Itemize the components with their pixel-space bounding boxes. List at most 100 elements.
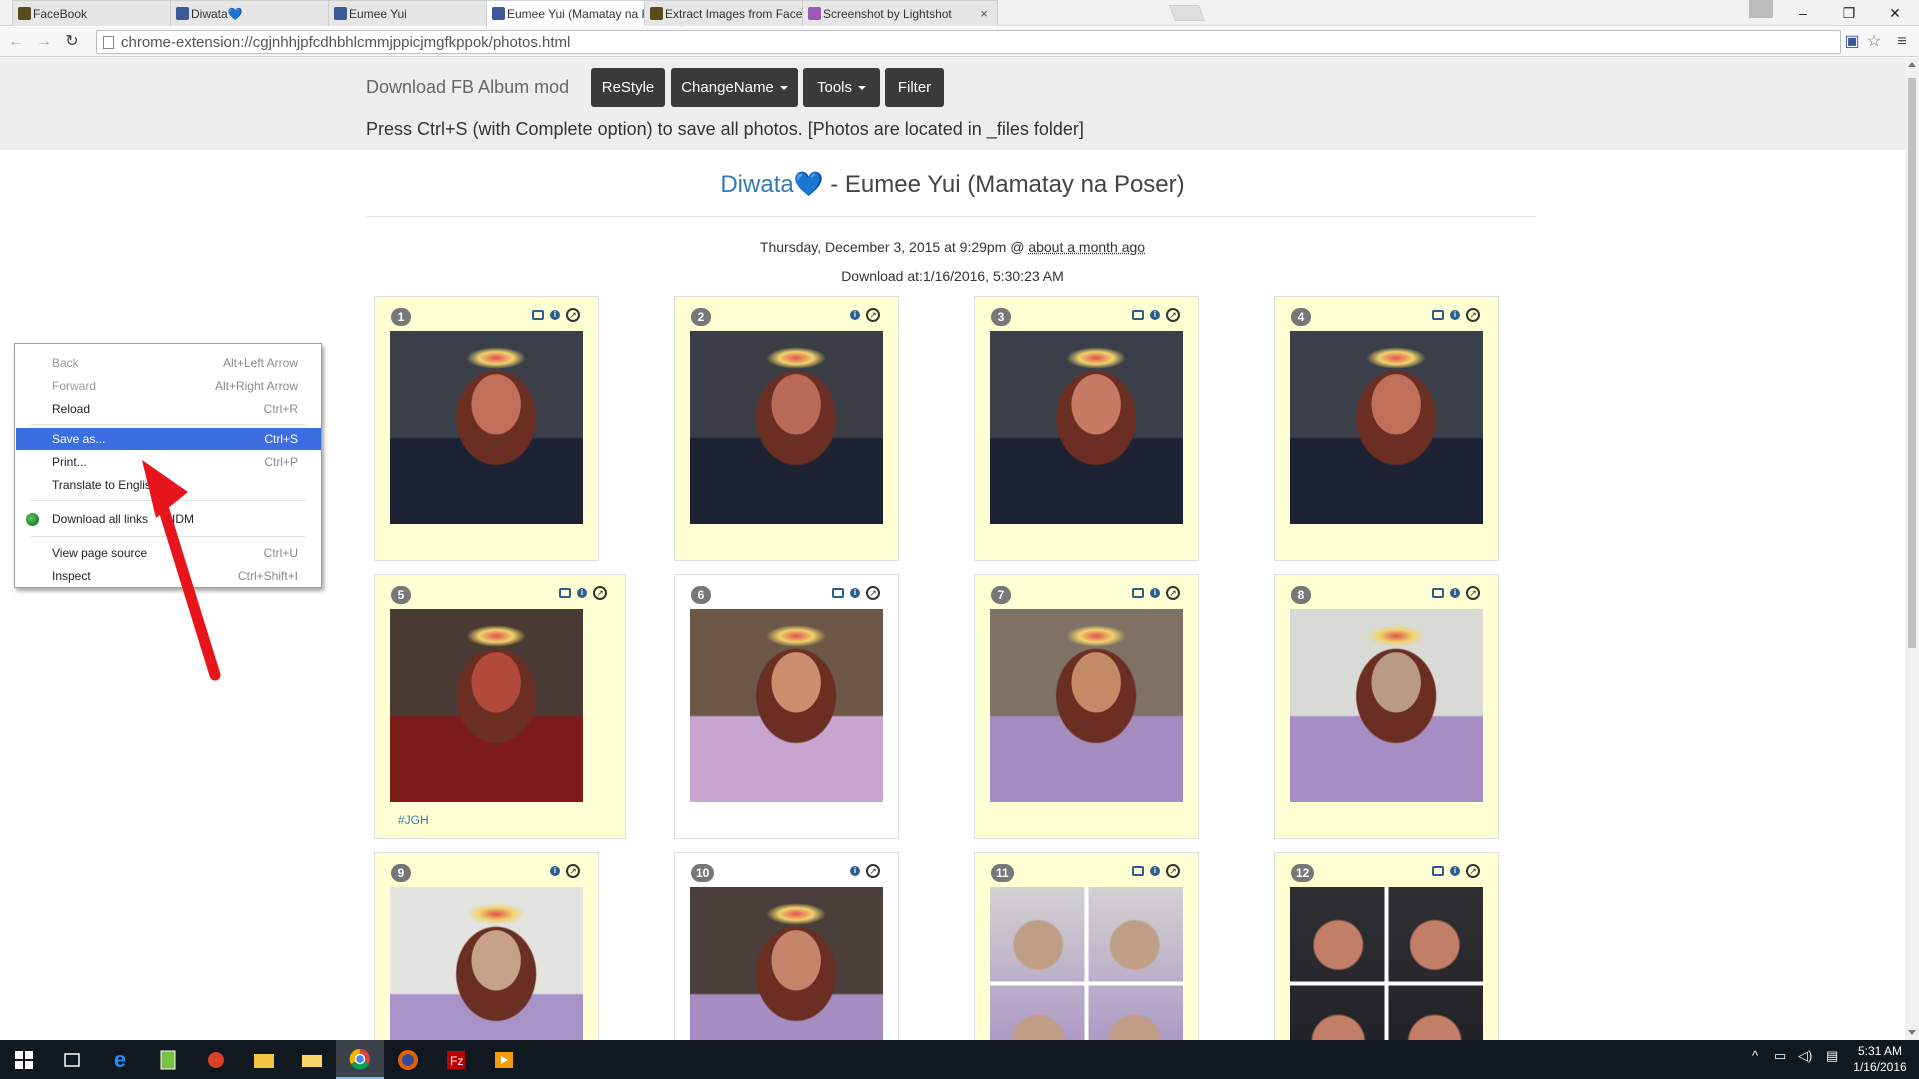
browser-tab[interactable]: Screenshot by Lightshot ×	[802, 0, 998, 26]
info-icon[interactable]: i	[1450, 310, 1460, 320]
share-icon[interactable]: ↗	[866, 586, 880, 600]
comment-icon[interactable]	[832, 588, 844, 598]
photo-thumbnail[interactable]	[1290, 609, 1483, 802]
scroll-up-icon[interactable]	[1908, 62, 1916, 67]
comment-icon[interactable]	[532, 310, 544, 320]
photo-thumbnail[interactable]	[690, 609, 883, 802]
share-icon[interactable]: ↗	[1166, 586, 1180, 600]
info-icon[interactable]: i	[1450, 866, 1460, 876]
share-icon[interactable]: ↗	[1466, 308, 1480, 322]
info-icon[interactable]: i	[1150, 310, 1160, 320]
share-icon[interactable]: ↗	[866, 308, 880, 322]
photo-card[interactable]: 8 i ↗	[1274, 574, 1499, 839]
menu-item-forward[interactable]: Forward Alt+Right Arrow	[16, 375, 321, 397]
photo-card[interactable]: 6 i ↗	[674, 574, 899, 839]
media-player-icon[interactable]	[480, 1040, 528, 1079]
restyle-button[interactable]: ReStyle	[591, 68, 665, 107]
share-icon[interactable]: ↗	[1466, 864, 1480, 878]
task-view-icon[interactable]	[48, 1040, 96, 1079]
ccleaner-icon[interactable]	[192, 1040, 240, 1079]
address-bar[interactable]: chrome-extension://cgjnhhjpfcdhbhlcmmjpp…	[96, 30, 1841, 54]
close-tab-icon[interactable]: ×	[977, 6, 991, 21]
start-icon[interactable]	[0, 1040, 48, 1079]
new-tab-button[interactable]	[1169, 5, 1205, 21]
comment-icon[interactable]	[559, 588, 571, 598]
volume-icon[interactable]: ◁)	[1798, 1048, 1812, 1064]
chrome-icon[interactable]	[336, 1040, 384, 1079]
photo-thumbnail[interactable]	[390, 331, 583, 524]
info-icon[interactable]: i	[1150, 588, 1160, 598]
restore-icon[interactable]: ❐	[1826, 0, 1872, 26]
photo-thumbnail[interactable]	[1290, 887, 1483, 1040]
minimize-icon[interactable]: –	[1780, 0, 1826, 26]
photo-card[interactable]: 3 i ↗	[974, 296, 1199, 561]
notification-icon[interactable]: ▤	[1826, 1048, 1838, 1064]
system-clock[interactable]: 5:31 AM 1/16/2016	[1850, 1043, 1910, 1075]
comment-icon[interactable]	[1432, 310, 1444, 320]
firefox-icon[interactable]	[384, 1040, 432, 1079]
share-icon[interactable]: ↗	[866, 864, 880, 878]
share-icon[interactable]: ↗	[1166, 308, 1180, 322]
photo-card[interactable]: 10 i ↗	[674, 852, 899, 1040]
folder-icon[interactable]	[288, 1040, 336, 1079]
comment-icon[interactable]	[1432, 588, 1444, 598]
vertical-scrollbar[interactable]	[1905, 58, 1919, 1040]
scroll-down-icon[interactable]	[1908, 1030, 1916, 1035]
photo-card[interactable]: 12 i ↗	[1274, 852, 1499, 1040]
tools-dropdown-button[interactable]: Tools	[803, 68, 880, 107]
close-window-icon[interactable]: ✕	[1872, 0, 1918, 26]
comment-icon[interactable]	[1132, 866, 1144, 876]
info-icon[interactable]: i	[550, 866, 560, 876]
info-icon[interactable]: i	[850, 310, 860, 320]
photo-card[interactable]: 2 i ↗	[674, 296, 899, 561]
comment-icon[interactable]	[1132, 310, 1144, 320]
menu-item-reload[interactable]: Reload Ctrl+R	[16, 398, 321, 420]
info-icon[interactable]: i	[1150, 866, 1160, 876]
file-explorer-icon[interactable]	[240, 1040, 288, 1079]
photo-card[interactable]: 11 i ↗	[974, 852, 1199, 1040]
menu-icon[interactable]: ≡	[1893, 33, 1911, 51]
info-icon[interactable]: i	[850, 588, 860, 598]
photo-hashtag-link[interactable]: #JGH	[398, 813, 429, 827]
scrollbar-thumb[interactable]	[1908, 78, 1916, 648]
filter-button[interactable]: Filter	[885, 68, 944, 107]
changename-dropdown-button[interactable]: ChangeName	[671, 68, 798, 107]
share-icon[interactable]: ↗	[566, 308, 580, 322]
info-icon[interactable]: i	[577, 588, 587, 598]
tray-chevron-icon[interactable]: ^	[1752, 1048, 1758, 1063]
photo-card[interactable]: 1 i ↗	[374, 296, 599, 561]
share-icon[interactable]: ↗	[566, 864, 580, 878]
bookmark-star-icon[interactable]: ☆	[1865, 33, 1883, 51]
photo-thumbnail[interactable]	[990, 609, 1183, 802]
reload-icon[interactable]: ↻	[62, 32, 82, 52]
edge-icon[interactable]: e	[96, 1040, 144, 1079]
photo-thumbnail[interactable]	[690, 887, 883, 1040]
photo-card[interactable]: 7 i ↗	[974, 574, 1199, 839]
photo-thumbnail[interactable]	[390, 887, 583, 1040]
relative-time-link[interactable]: about a month ago	[1028, 239, 1145, 255]
network-icon[interactable]: ▭	[1774, 1048, 1786, 1064]
share-icon[interactable]: ↗	[593, 586, 607, 600]
photo-card[interactable]: 9 i ↗	[374, 852, 599, 1040]
notepad-icon[interactable]	[144, 1040, 192, 1079]
comment-icon[interactable]	[1432, 866, 1444, 876]
photo-thumbnail[interactable]	[390, 609, 583, 802]
menu-item-back[interactable]: Back Alt+Left Arrow	[16, 352, 321, 374]
info-icon[interactable]: i	[850, 866, 860, 876]
comment-icon[interactable]	[1132, 588, 1144, 598]
info-icon[interactable]: i	[1450, 588, 1460, 598]
forward-icon[interactable]: →	[34, 32, 54, 52]
photo-thumbnail[interactable]	[1290, 331, 1483, 524]
share-icon[interactable]: ↗	[1466, 586, 1480, 600]
filezilla-icon[interactable]: Fz	[432, 1040, 480, 1079]
profile-icon[interactable]	[1749, 0, 1773, 18]
photo-thumbnail[interactable]	[990, 887, 1183, 1040]
share-icon[interactable]: ↗	[1166, 864, 1180, 878]
facebook-extension-icon[interactable]: ▣	[1843, 33, 1861, 51]
back-icon[interactable]: ←	[6, 32, 26, 52]
album-owner-link[interactable]: Diwata	[720, 171, 793, 198]
photo-thumbnail[interactable]	[690, 331, 883, 524]
photo-card[interactable]: 5 i ↗ #JGH	[374, 574, 626, 839]
photo-thumbnail[interactable]	[990, 331, 1183, 524]
photo-card[interactable]: 4 i ↗	[1274, 296, 1499, 561]
